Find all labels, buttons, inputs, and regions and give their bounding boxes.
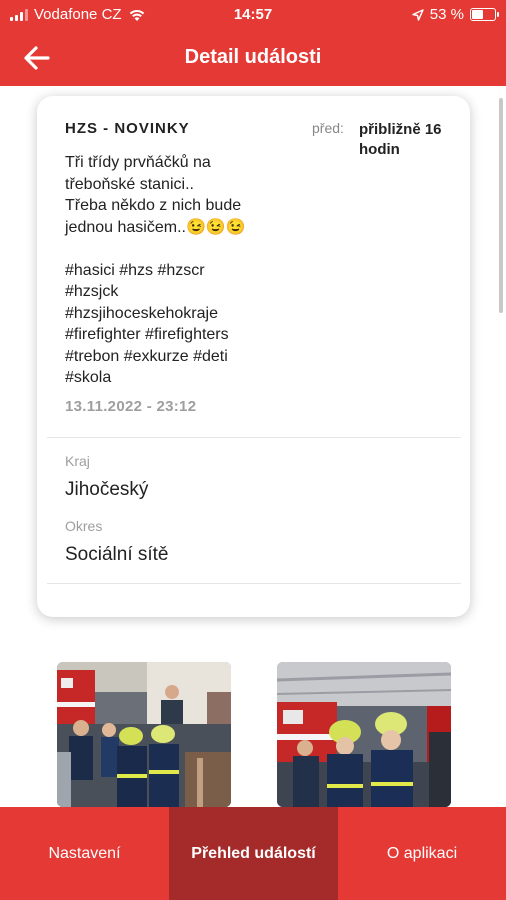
divider bbox=[47, 583, 461, 584]
tab-settings[interactable]: Nastavení bbox=[0, 807, 169, 900]
battery-fill bbox=[472, 10, 484, 19]
event-hashtags-line: #hzsjihoceskehokraje bbox=[65, 304, 218, 322]
event-hashtags-line: #trebon #exkurze #deti bbox=[65, 347, 228, 365]
event-date: 13.11.2022 - 23:12 bbox=[65, 398, 197, 415]
page-title: Detail události bbox=[184, 46, 322, 68]
bottom-navigation: Nastavení Přehled událostí O aplikaci bbox=[0, 807, 506, 900]
time-ago-value: přibližně 16 hodin bbox=[359, 121, 442, 158]
status-bar: Vodafone CZ 14:57 53 % bbox=[0, 0, 506, 30]
district-label: Okres bbox=[65, 518, 103, 534]
location-arrow-icon bbox=[412, 8, 424, 21]
event-text-line: třeboňské stanici.. bbox=[65, 175, 194, 193]
tab-about[interactable]: O aplikaci bbox=[338, 807, 506, 900]
app-header: Detail události bbox=[0, 30, 506, 86]
event-text-line bbox=[65, 238, 305, 260]
event-hashtags-line: #hzsjck bbox=[65, 283, 119, 300]
photo-image bbox=[57, 662, 231, 807]
photo-firefighters-kids-2[interactable] bbox=[277, 662, 451, 807]
scrollbar[interactable] bbox=[499, 98, 503, 313]
time-ago-label: před: bbox=[312, 120, 344, 136]
tab-events-overview[interactable]: Přehled událostí bbox=[169, 807, 338, 900]
event-hashtags-line: #skola bbox=[65, 369, 112, 386]
event-text-line: Třeba někdo z nich bude bbox=[65, 197, 242, 214]
event-text: Tři třídy prvňáčků na třeboňské stanici.… bbox=[65, 152, 305, 389]
event-text-line: Tři třídy prvňáčků na bbox=[65, 154, 211, 171]
photo-image bbox=[277, 662, 451, 807]
status-right: 53 % bbox=[412, 6, 499, 23]
region-label: Kraj bbox=[65, 453, 90, 469]
event-text-line: jednou hasičem..😉😉😉 bbox=[65, 218, 246, 236]
battery-percent: 53 % bbox=[429, 6, 464, 23]
divider bbox=[47, 437, 461, 438]
event-hashtags-line: #firefighter #firefighters bbox=[65, 326, 229, 343]
event-hashtags-line: #hasici #hzs #hzscr bbox=[65, 261, 205, 279]
photo-firefighters-kids-1[interactable] bbox=[57, 662, 231, 807]
battery-icon bbox=[470, 8, 499, 21]
region-value: Jihočeský bbox=[65, 479, 149, 500]
district-value: Sociální sítě bbox=[65, 544, 169, 565]
event-source: HZS - NOVINKY bbox=[65, 120, 190, 137]
event-card: HZS - NOVINKY před: přibližně 16 hodin T… bbox=[37, 96, 470, 617]
